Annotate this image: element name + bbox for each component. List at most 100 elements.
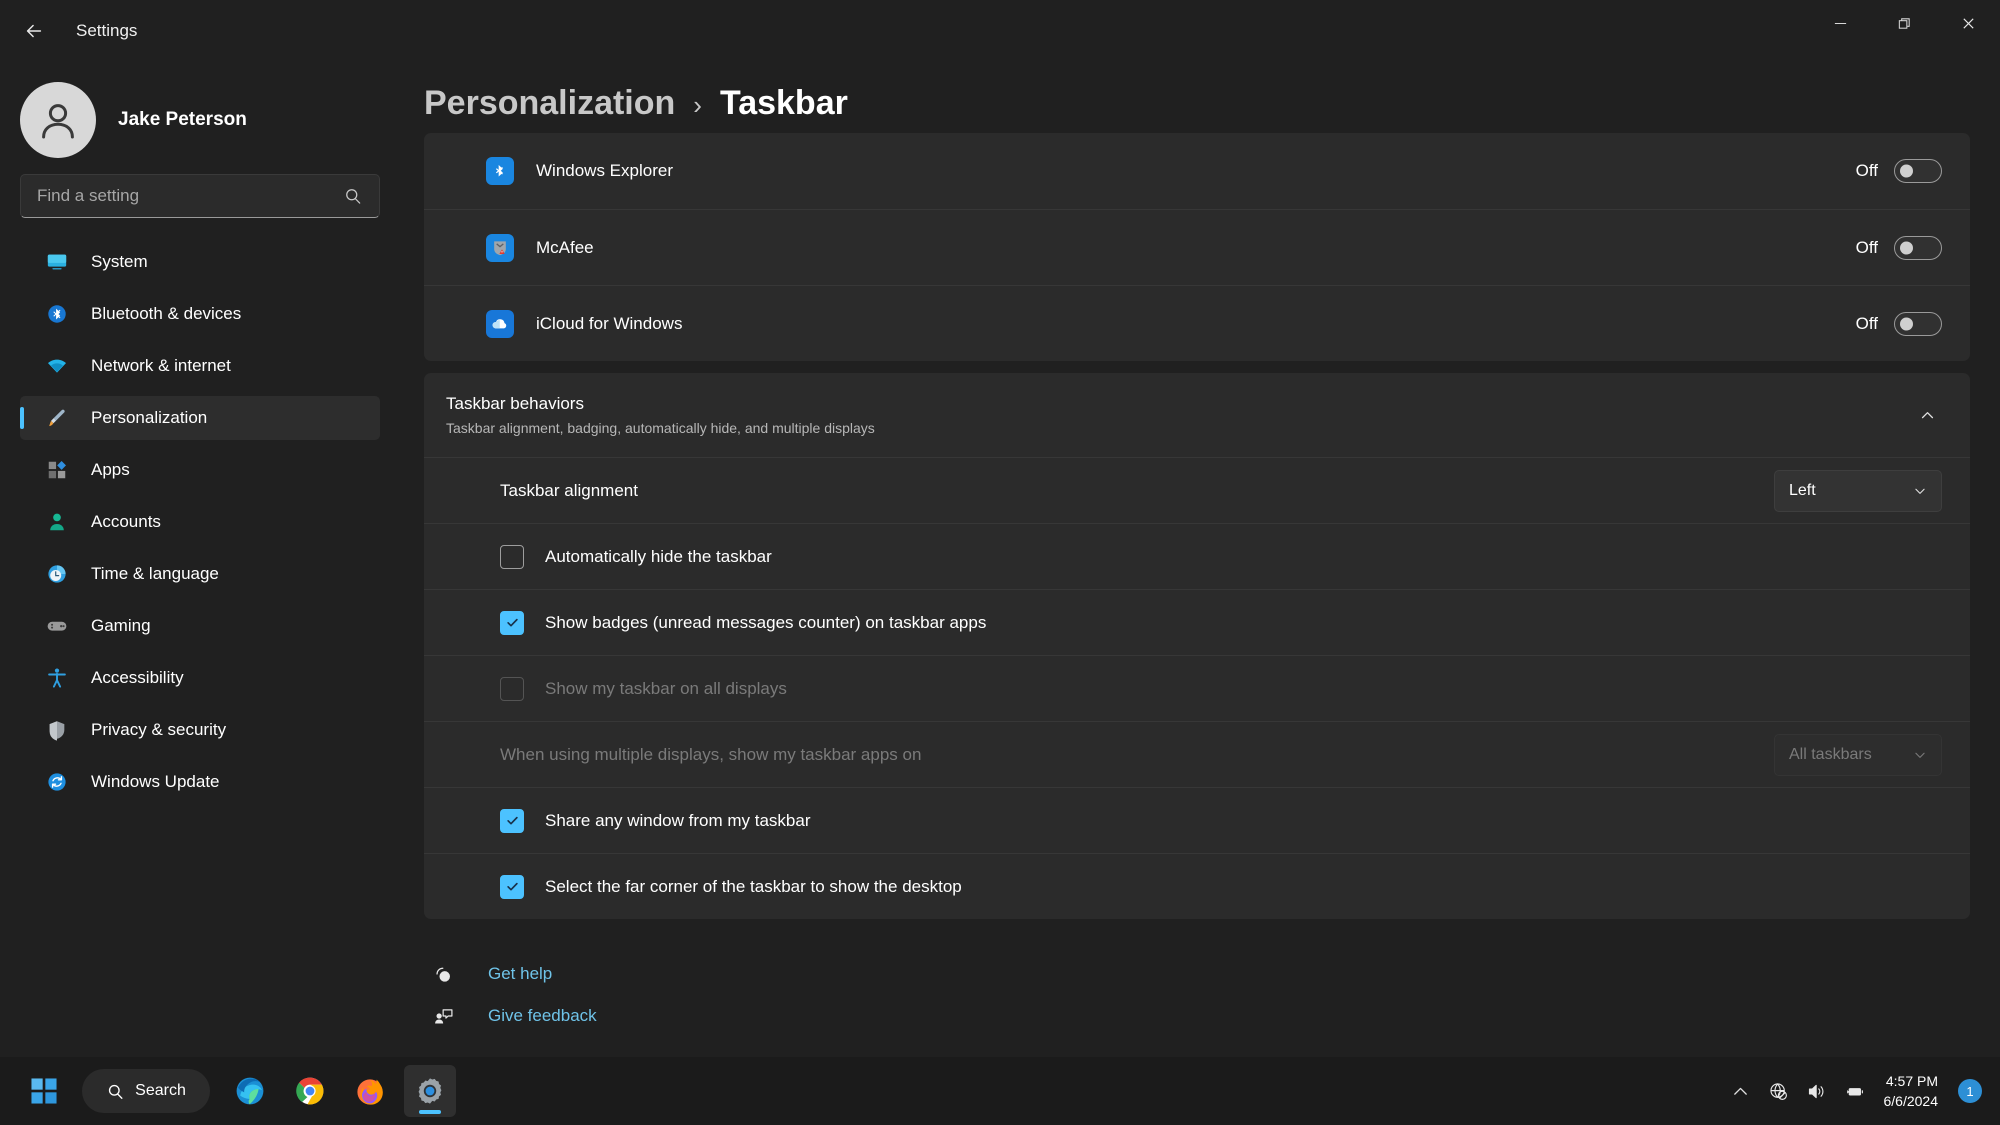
- start-button[interactable]: [18, 1065, 70, 1117]
- table-row[interactable]: iCloud for Windows Off: [424, 285, 1970, 361]
- app-name: Windows Explorer: [536, 161, 673, 180]
- taskbar-behaviors-header[interactable]: Taskbar behaviors Taskbar alignment, bad…: [424, 373, 1970, 457]
- app-visibility-toggle[interactable]: [1894, 311, 1942, 336]
- section-texts: Taskbar behaviors Taskbar alignment, bad…: [446, 394, 1912, 436]
- close-button[interactable]: [1936, 0, 2000, 46]
- volume-button[interactable]: [1800, 1069, 1834, 1113]
- taskbar-app-chrome[interactable]: [284, 1065, 336, 1117]
- chrome-icon: [296, 1077, 324, 1105]
- sidebar-item-privacy-security[interactable]: Privacy & security: [20, 708, 380, 752]
- window-title: Settings: [76, 21, 138, 40]
- sidebar-item-system[interactable]: System: [20, 240, 380, 284]
- checkbox-label: Automatically hide the taskbar: [545, 546, 772, 566]
- checkbox-label: Show my taskbar on all displays: [545, 678, 787, 698]
- taskbar-app-edge[interactable]: [224, 1065, 276, 1117]
- footer-links: ? Get help Give feedback: [424, 919, 1970, 1037]
- sidebar-item-label: Windows Update: [91, 772, 220, 791]
- profile-name: Jake Peterson: [118, 109, 247, 130]
- taskbar-alignment-dropdown[interactable]: Left: [1774, 469, 1942, 512]
- sidebar-item-accounts[interactable]: Accounts: [20, 500, 380, 544]
- taskbar-app-settings[interactable]: [404, 1065, 456, 1117]
- content-area: Personalization › Taskbar Windows Explor…: [400, 62, 2000, 1067]
- sidebar-item-gaming[interactable]: Gaming: [20, 604, 380, 648]
- share-window-row[interactable]: Share any window from my taskbar: [424, 787, 1970, 853]
- sidebar-search: [0, 164, 400, 218]
- sidebar-item-label: Time & language: [91, 564, 219, 583]
- tray-overflow-button[interactable]: [1724, 1069, 1758, 1113]
- taskbar-search-button[interactable]: Search: [82, 1069, 210, 1113]
- breadcrumb-parent[interactable]: Personalization: [424, 84, 675, 123]
- taskbar-alignment-row: Taskbar alignment Left: [424, 457, 1970, 523]
- sidebar-item-bluetooth-devices[interactable]: Bluetooth & devices: [20, 292, 380, 336]
- show-badges-checkbox[interactable]: [500, 610, 524, 635]
- app-visibility-toggle[interactable]: [1894, 159, 1942, 183]
- check-icon: [506, 816, 518, 825]
- system-tray: 4:57 PM 6/6/2024 1: [1724, 1069, 2000, 1113]
- paintbrush-icon: [44, 405, 70, 431]
- battery-button[interactable]: [1838, 1069, 1872, 1113]
- shield-icon: [44, 717, 70, 743]
- window-controls: [1808, 0, 2000, 62]
- multi-display-apps-row: When using multiple displays, show my ta…: [424, 721, 1970, 787]
- minimize-button[interactable]: [1808, 0, 1872, 46]
- sidebar-item-label: Accounts: [91, 512, 161, 531]
- sidebar-item-label: Bluetooth & devices: [91, 304, 242, 323]
- sidebar-item-label: Apps: [91, 460, 130, 479]
- notification-badge[interactable]: 1: [1958, 1079, 1982, 1103]
- person-avatar-icon: [42, 104, 74, 139]
- sidebar-item-time-language[interactable]: Time & language: [20, 552, 380, 596]
- search-input[interactable]: [37, 186, 343, 206]
- user-profile[interactable]: Jake Peterson: [0, 68, 400, 164]
- network-status-button[interactable]: [1762, 1069, 1796, 1113]
- auto-hide-taskbar-row[interactable]: Automatically hide the taskbar: [424, 523, 1970, 589]
- icloud-app-icon: [486, 309, 514, 338]
- get-help-link[interactable]: ? Get help: [430, 953, 1970, 995]
- sidebar-item-windows-update[interactable]: Windows Update: [20, 760, 380, 804]
- feedback-icon: [430, 1003, 456, 1029]
- sidebar-item-apps[interactable]: Apps: [20, 448, 380, 492]
- share-window-checkbox[interactable]: [500, 808, 524, 833]
- search-box[interactable]: [20, 174, 380, 218]
- taskbar-app-firefox[interactable]: [344, 1065, 396, 1117]
- windows-logo-icon: [31, 1078, 57, 1104]
- globe-no-internet-icon: [1770, 1082, 1787, 1100]
- search-icon: [109, 1084, 123, 1099]
- help-question-icon: ?: [430, 961, 456, 987]
- show-desktop-corner-row[interactable]: Select the far corner of the taskbar to …: [424, 853, 1970, 919]
- accessibility-person-icon: [44, 665, 70, 691]
- auto-hide-taskbar-checkbox[interactable]: [500, 544, 524, 569]
- speaker-icon: [1808, 1084, 1824, 1098]
- section-subtitle: Taskbar alignment, badging, automaticall…: [446, 420, 875, 436]
- apps-icon: [44, 457, 70, 483]
- clock-button[interactable]: 4:57 PM 6/6/2024: [1876, 1071, 1949, 1112]
- table-row[interactable]: Windows Explorer Off: [424, 133, 1970, 209]
- app-name: McAfee: [536, 237, 594, 257]
- back-button[interactable]: [12, 11, 56, 51]
- taskbar-behaviors-card: Taskbar behaviors Taskbar alignment, bad…: [424, 373, 1970, 919]
- give-feedback-link[interactable]: Give feedback: [430, 995, 1970, 1037]
- sidebar-item-personalization[interactable]: Personalization: [20, 396, 380, 440]
- show-badges-row[interactable]: Show badges (unread messages counter) on…: [424, 589, 1970, 655]
- avatar: [20, 82, 96, 158]
- toggle-state-label: Off: [1855, 313, 1878, 333]
- arrow-left-icon: [26, 24, 42, 38]
- account-person-icon: [44, 509, 70, 535]
- restore-button[interactable]: [1872, 0, 1936, 46]
- edge-icon: [236, 1077, 264, 1105]
- sidebar-item-network-internet[interactable]: Network & internet: [20, 344, 380, 388]
- app-visibility-toggle[interactable]: [1894, 235, 1942, 260]
- chevron-up-icon[interactable]: [1912, 400, 1942, 430]
- sidebar-item-label: Privacy & security: [91, 720, 227, 739]
- sidebar-item-label: Gaming: [91, 616, 151, 635]
- minimize-icon: [1834, 22, 1846, 24]
- mcafee-app-icon: [486, 233, 514, 262]
- settings-window: Settings Jake Peterson Find a setting Sy…: [0, 0, 2000, 1125]
- table-row[interactable]: McAfee Off: [424, 209, 1970, 285]
- dropdown-value: Left: [1789, 481, 1816, 499]
- check-icon: [506, 618, 518, 627]
- taskbar-alignment-label: Taskbar alignment: [500, 480, 638, 500]
- sidebar-item-label: Accessibility: [91, 668, 184, 687]
- page-title: Taskbar: [719, 84, 848, 122]
- sidebar-item-accessibility[interactable]: Accessibility: [20, 656, 380, 700]
- show-desktop-corner-checkbox[interactable]: [500, 874, 524, 899]
